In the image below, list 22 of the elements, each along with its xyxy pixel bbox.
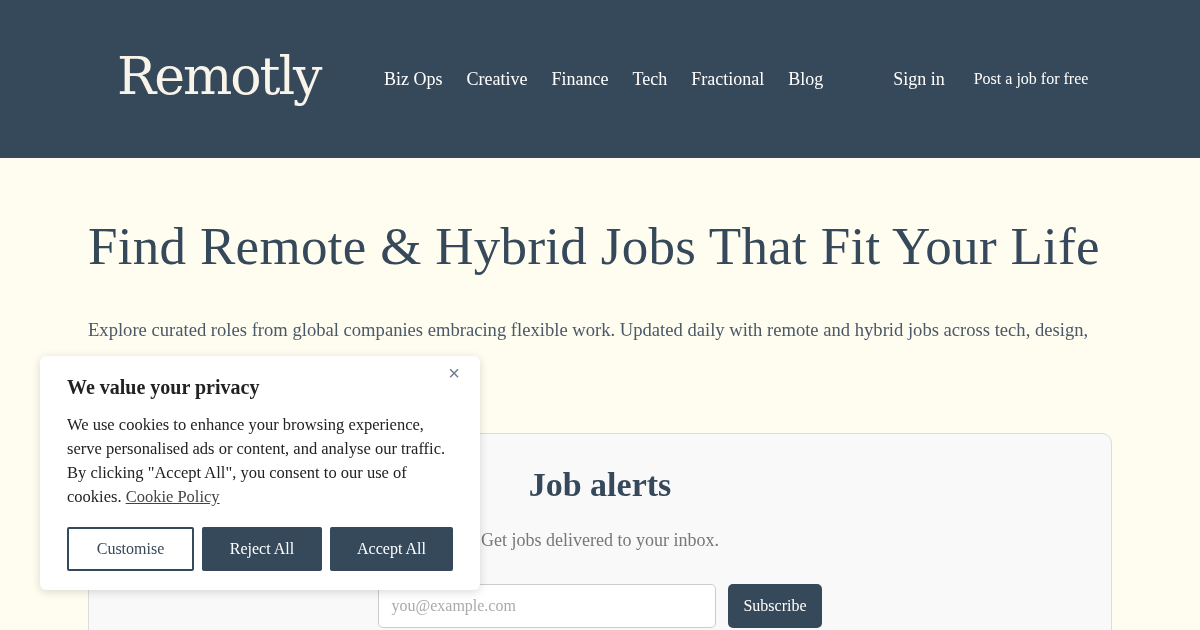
sign-in-link[interactable]: Sign in — [893, 68, 945, 90]
subscribe-button[interactable]: Subscribe — [728, 584, 822, 628]
banner-title: We value your privacy — [67, 376, 261, 399]
post-job-link[interactable]: Post a job for free — [973, 70, 1089, 88]
banner-text: We use cookies to enhance your browsing experience, serve personalised ads or content, and analyse our traffic. By clicking "Accept All", you consent to our use of cookies. Cookie Policy — [67, 414, 447, 508]
page-heading: Find Remote & Hybrid Jobs That Fit Your Life — [88, 216, 1101, 276]
logo[interactable]: Remotly — [117, 46, 384, 106]
close-button[interactable]: × — [448, 362, 460, 385]
card-subtitle: Get jobs delivered to your inbox. — [481, 530, 719, 551]
nav-link[interactable]: Fractional — [691, 68, 765, 90]
banner-button[interactable]: Customise — [67, 527, 194, 571]
card-title: Job alerts — [528, 466, 672, 504]
description: Explore curated roles from global companies embracing flexible work. Updated daily with remote and hybrid jobs across tech, design, — [88, 318, 1090, 342]
nav-link[interactable]: Creative — [466, 68, 528, 90]
nav-link[interactable]: Biz Ops — [384, 68, 443, 90]
nav-link[interactable]: Blog — [788, 68, 824, 90]
banner-button[interactable]: Reject All — [202, 527, 322, 571]
banner-button[interactable]: Accept All — [330, 527, 453, 571]
nav-link[interactable]: Tech — [632, 68, 668, 90]
cookie-policy-link[interactable]: Cookie Policy — [125, 487, 220, 506]
nav-link[interactable]: Finance — [551, 68, 609, 90]
email-field[interactable]: you@example.com — [378, 584, 717, 628]
